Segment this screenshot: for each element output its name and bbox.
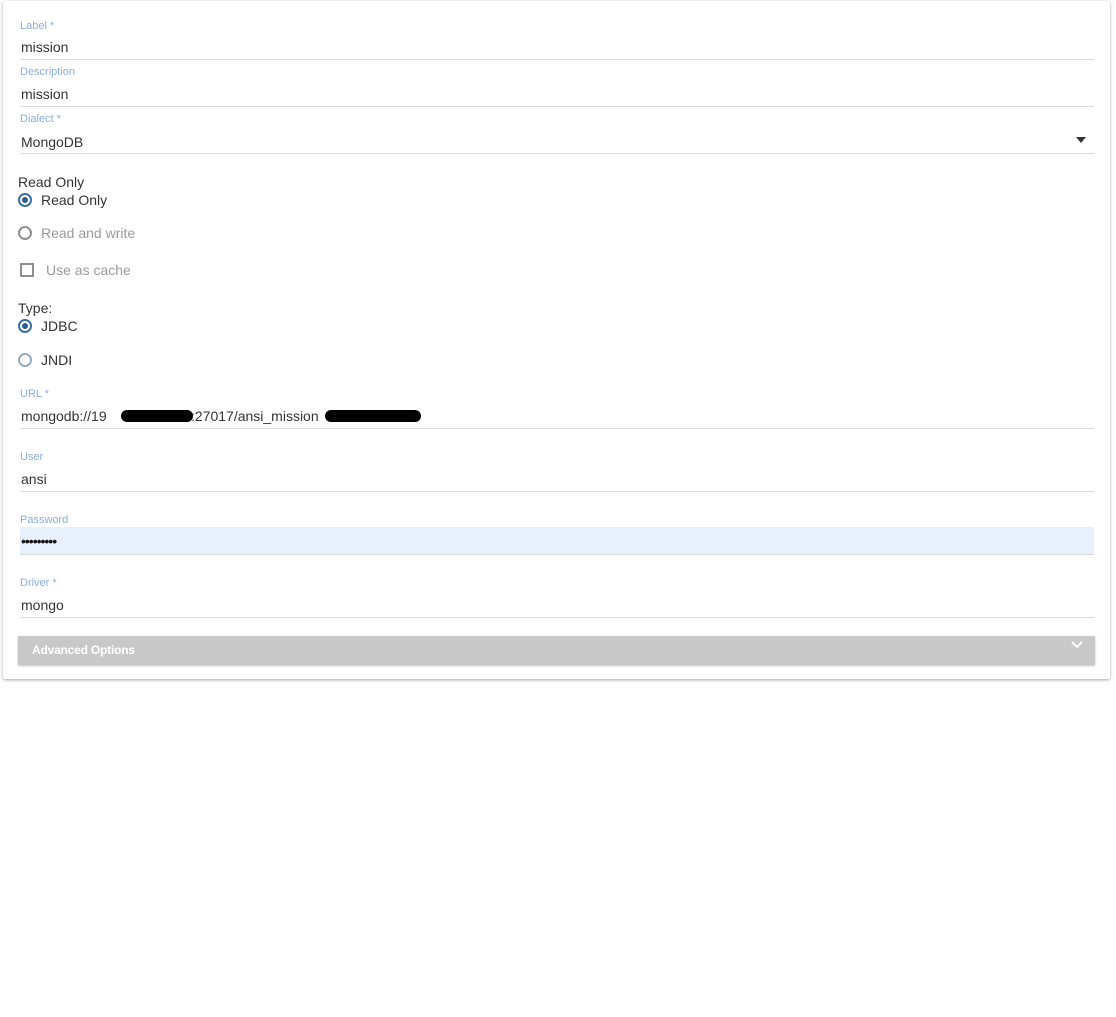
type-option-jdbc-label: JDBC (41, 318, 78, 334)
url-field[interactable]: URL * mongodb://19 :27017/ansi_mission (20, 388, 1094, 429)
url-input-part1[interactable]: mongodb://19 (21, 408, 107, 424)
use-as-cache-checkbox[interactable] (20, 263, 34, 277)
type-option-jndi-label: JNDI (41, 352, 73, 368)
access-option-read-only[interactable]: Read Only (18, 190, 107, 210)
user-field[interactable]: User ansi (20, 451, 1094, 492)
user-input[interactable]: ansi (21, 471, 47, 487)
type-option-jndi[interactable]: JNDI (18, 350, 72, 370)
access-option-read-write-label: Read and write (41, 225, 136, 241)
description-field-label: Description (20, 66, 76, 78)
password-input[interactable]: ••••••••• (21, 533, 57, 549)
driver-field[interactable]: Driver * mongo (20, 577, 1094, 618)
dialect-field-label: Dialect * (20, 113, 61, 125)
password-field[interactable]: Password ••••••••• (20, 514, 1094, 555)
url-field-label: URL * (20, 388, 49, 400)
radio-jndi[interactable] (18, 353, 32, 367)
password-field-label: Password (20, 514, 69, 526)
description-field[interactable]: Description mission (20, 66, 1094, 107)
access-option-read-only-label: Read Only (41, 192, 108, 208)
password-autofill-background (20, 527, 1094, 554)
datasource-form-card: Label * mission Description mission Dial… (3, 1, 1110, 679)
radio-read-and-write[interactable] (18, 226, 32, 240)
description-input[interactable]: mission (21, 86, 68, 102)
access-option-read-write[interactable]: Read and write (18, 223, 135, 243)
driver-field-label: Driver * (20, 577, 57, 589)
driver-input[interactable]: mongo (21, 597, 64, 613)
user-field-label: User (20, 451, 44, 463)
advanced-options-label: Advanced Options (32, 643, 135, 657)
use-as-cache-label: Use as cache (46, 262, 131, 278)
type-title: Type: (18, 300, 53, 316)
url-input-part2[interactable]: :27017/ansi_mission (191, 408, 319, 424)
label-input[interactable]: mission (21, 39, 68, 55)
label-field-label: Label * (20, 20, 55, 32)
dialect-selected-value: MongoDB (21, 134, 84, 150)
use-as-cache-option[interactable]: Use as cache (20, 260, 131, 280)
label-field[interactable]: Label * mission (20, 20, 1094, 60)
radio-read-only[interactable] (18, 193, 32, 207)
access-mode-title: Read Only (18, 174, 85, 190)
chevron-down-icon[interactable] (1070, 639, 1084, 651)
url-redaction-2 (325, 410, 421, 422)
type-option-jdbc[interactable]: JDBC (18, 316, 78, 336)
url-redaction-1 (121, 410, 193, 422)
radio-jdbc[interactable] (18, 319, 32, 333)
dialect-select[interactable]: Dialect * MongoDB (20, 113, 1094, 154)
caret-down-icon[interactable] (1076, 137, 1086, 143)
advanced-options-toggle[interactable]: Advanced Options (18, 636, 1095, 665)
